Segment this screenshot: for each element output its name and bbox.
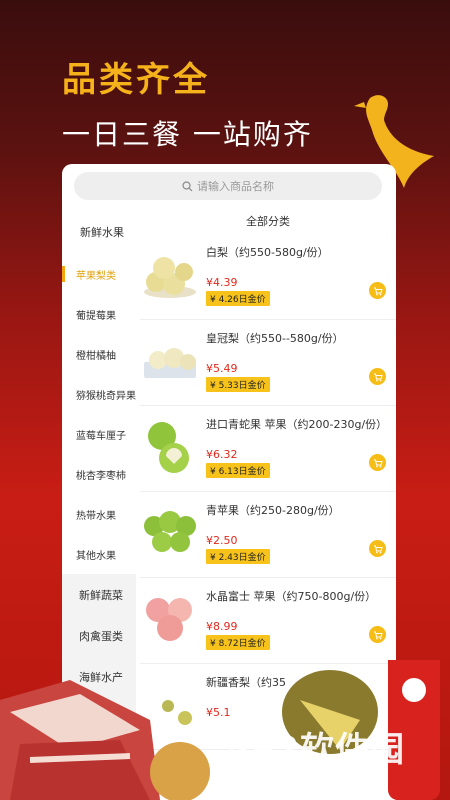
category-panel: 请输入商品名称 新鲜水果 苹果梨类 葡提莓果 橙柑橘柚 猕猴桃奇异果 蓝莓车厘子… bbox=[62, 164, 396, 800]
green-apple-image bbox=[144, 511, 196, 552]
add-to-cart-button[interactable] bbox=[369, 454, 386, 471]
product-price: ¥8.99 bbox=[206, 620, 238, 633]
product-name: 新疆香梨（约35 bbox=[206, 676, 286, 689]
gold-price-badge: ¥ 4.26日金价 bbox=[206, 291, 270, 306]
hero-title: 品类齐全 bbox=[62, 60, 210, 100]
add-to-cart-button[interactable] bbox=[369, 626, 386, 643]
search-placeholder: 请输入商品名称 bbox=[197, 180, 274, 193]
cart-icon bbox=[373, 287, 383, 295]
gold-price-badge: ¥ 6.13日金价 bbox=[206, 463, 270, 478]
sidebar-subitem[interactable]: 葡提莓果 bbox=[62, 294, 136, 334]
product-name: 青苹果（约250-280g/份） bbox=[206, 504, 340, 517]
product-price: ¥6.32 bbox=[206, 448, 238, 461]
gold-price-badge: ¥ 5.33日金价 bbox=[206, 377, 270, 392]
sidebar-subitem[interactable]: 桃杏李枣柿 bbox=[62, 454, 136, 494]
sidebar-subitem[interactable]: 猕猴桃奇异果 bbox=[62, 374, 136, 414]
product-price: ¥5.49 bbox=[206, 362, 238, 375]
list-title: 全部分类 bbox=[246, 215, 290, 228]
pear-image bbox=[144, 257, 196, 298]
product-item[interactable]: 水晶富士 苹果（约750-800g/份） ¥8.99 ¥ 8.72日金价 bbox=[140, 578, 396, 664]
cart-icon bbox=[373, 459, 383, 467]
gold-price-badge: ¥ 8.72日金价 bbox=[206, 635, 270, 650]
cart-icon bbox=[373, 631, 383, 639]
crown-pear-image bbox=[144, 348, 196, 378]
sidebar-item-fresh-fruit[interactable]: 新鲜水果 bbox=[62, 210, 136, 254]
product-item[interactable]: 白梨（约550-580g/份） ¥4.39 ¥ 4.26日金价 bbox=[140, 234, 396, 320]
cart-icon bbox=[373, 545, 383, 553]
sidebar-subitem[interactable]: 其他水果 bbox=[62, 534, 136, 574]
product-item[interactable]: 进口青蛇果 苹果（约200-230g/份） ¥6.32 ¥ 6.13日金价 bbox=[140, 406, 396, 492]
product-list: 全部分类 白梨（约550-580g/份） ¥4.39 ¥ 4.26日金价 皇冠梨… bbox=[140, 210, 396, 750]
watermark-brand: 592软件园 bbox=[226, 730, 405, 770]
product-item[interactable]: 皇冠梨（约550--580g/份） ¥5.49 ¥ 5.33日金价 bbox=[140, 320, 396, 406]
product-name: 白梨（约550-580g/份） bbox=[206, 246, 329, 259]
sidebar-subitem[interactable]: 苹果梨类 bbox=[62, 254, 136, 294]
search-icon bbox=[182, 180, 193, 191]
red-apple-image bbox=[146, 598, 192, 641]
watermark-url: www.592xiazai.com bbox=[240, 770, 380, 786]
sidebar-item-seafood[interactable]: 海鲜水产 bbox=[62, 656, 136, 697]
product-name: 水晶富士 苹果（约750-800g/份） bbox=[206, 590, 377, 603]
sidebar-item-vegetables[interactable]: 新鲜蔬菜 bbox=[62, 574, 136, 615]
sidebar-item-meat-eggs[interactable]: 肉禽蛋类 bbox=[62, 615, 136, 656]
product-price: ¥5.1 bbox=[206, 706, 231, 719]
sidebar-subitem[interactable]: 橙柑橘柚 bbox=[62, 334, 136, 374]
product-price: ¥4.39 bbox=[206, 276, 238, 289]
add-to-cart-button[interactable] bbox=[369, 368, 386, 385]
product-name: 皇冠梨（约550--580g/份） bbox=[206, 332, 344, 345]
search-bar[interactable]: 请输入商品名称 bbox=[74, 172, 382, 200]
category-sidebar: 新鲜水果 苹果梨类 葡提莓果 橙柑橘柚 猕猴桃奇异果 蓝莓车厘子 桃杏李枣柿 热… bbox=[62, 210, 136, 800]
gold-price-badge: ¥ 2.43日金价 bbox=[206, 549, 270, 564]
product-price: ¥2.50 bbox=[206, 534, 238, 547]
sidebar-subitem[interactable]: 热带水果 bbox=[62, 494, 136, 534]
cart-icon bbox=[373, 373, 383, 381]
add-to-cart-button[interactable] bbox=[369, 540, 386, 557]
sidebar-subitem[interactable]: 蓝莓车厘子 bbox=[62, 414, 136, 454]
product-name: 进口青蛇果 苹果（约200-230g/份） bbox=[206, 418, 388, 431]
hero-subtitle: 一日三餐 一站购齐 bbox=[62, 118, 313, 151]
add-to-cart-button[interactable] bbox=[369, 282, 386, 299]
hero: 品类齐全 一日三餐 一站购齐 bbox=[62, 52, 313, 153]
green-apple-image bbox=[148, 422, 189, 473]
product-item[interactable]: 青苹果（约250-280g/份） ¥2.50 ¥ 2.43日金价 bbox=[140, 492, 396, 578]
